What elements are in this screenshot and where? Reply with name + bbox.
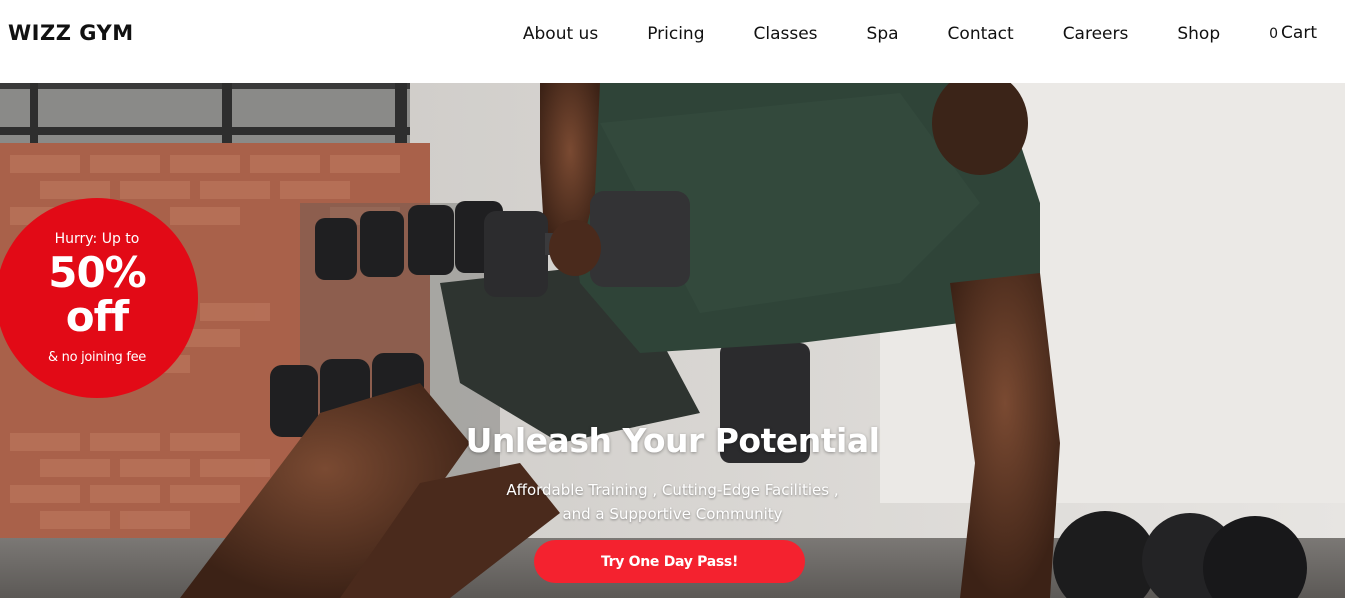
- promo-hurry-text: Hurry: Up to: [54, 231, 140, 247]
- promo-badge: Hurry: Up to 50% off & no joining fee: [0, 198, 198, 398]
- hero-subtitle-line2: and a Supportive Community: [562, 505, 783, 523]
- hero-section: Hurry: Up to 50% off & no joining fee Un…: [0, 83, 1345, 598]
- hero-title: Unleash Your Potential: [465, 421, 880, 460]
- cart-count: 0: [1269, 26, 1279, 42]
- nav-contact[interactable]: Contact: [948, 21, 1014, 47]
- promo-no-fee-text: & no joining fee: [47, 350, 147, 365]
- promo-percent: 50%: [48, 248, 147, 297]
- promo-discount: 50% off: [0, 251, 198, 339]
- cart-label: Cart: [1281, 23, 1317, 43]
- nav-careers[interactable]: Careers: [1063, 21, 1129, 47]
- try-one-day-pass-button[interactable]: Try One Day Pass!: [534, 540, 805, 583]
- nav-spa[interactable]: Spa: [867, 21, 899, 47]
- cart-link[interactable]: 0 Cart: [1269, 20, 1317, 47]
- main-nav: About us Pricing Classes Spa Contact Car…: [523, 20, 1317, 47]
- hero-subtitle-line1: Affordable Training , Cutting-Edge Facil…: [506, 481, 839, 499]
- nav-about-us[interactable]: About us: [523, 21, 598, 47]
- nav-shop[interactable]: Shop: [1177, 21, 1220, 47]
- logo[interactable]: WIZZ GYM: [8, 20, 134, 46]
- site-header: WIZZ GYM About us Pricing Classes Spa Co…: [0, 0, 1345, 83]
- nav-pricing[interactable]: Pricing: [647, 21, 704, 47]
- nav-classes[interactable]: Classes: [754, 21, 818, 47]
- promo-off: off: [65, 292, 129, 341]
